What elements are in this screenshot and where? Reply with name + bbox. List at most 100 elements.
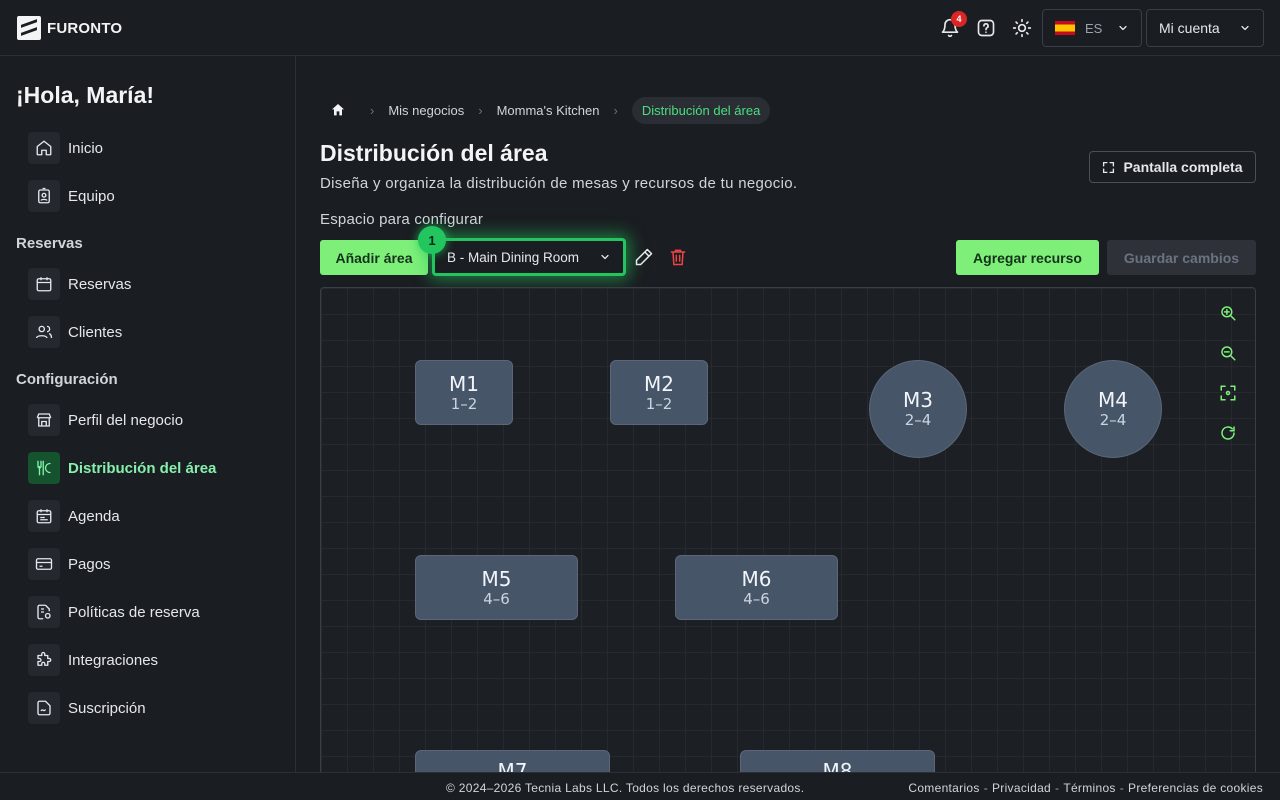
- sidebar-item-label: Pagos: [68, 555, 111, 573]
- chevron-down-icon: [1241, 25, 1249, 31]
- chevron-down-icon: [1119, 25, 1127, 31]
- footer-separator: -: [983, 781, 988, 795]
- sidebar-item-label: Inicio: [68, 139, 104, 157]
- section-heading-reservas: Reservas: [16, 235, 83, 252]
- space-label: Espacio para configurar: [320, 211, 484, 228]
- delete-area-button[interactable]: [668, 247, 688, 267]
- sidebar-item-pagos[interactable]: Pagos: [28, 548, 111, 580]
- logo-icon: [17, 16, 41, 40]
- footer-link-comentarios[interactable]: Comentarios: [908, 781, 979, 795]
- refresh-icon: [1221, 426, 1235, 440]
- breadcrumb-home[interactable]: [320, 96, 356, 124]
- sidebar-item-politicas-de-reserva[interactable]: Políticas de reserva: [28, 596, 200, 628]
- breadcrumb-mommas-kitchen[interactable]: Momma's Kitchen: [497, 103, 600, 118]
- brand-name: FURONTO: [47, 19, 123, 37]
- sidebar-item-label: Suscripción: [68, 699, 146, 717]
- edit-area-button[interactable]: [634, 247, 654, 267]
- sidebar-item-integraciones[interactable]: Integraciones: [28, 644, 158, 676]
- table-name: M5: [481, 566, 512, 591]
- account-menu-button[interactable]: Mi cuenta: [1146, 9, 1264, 47]
- area-select-value: B - Main Dining Room: [447, 249, 580, 265]
- add-area-button[interactable]: Añadir área: [320, 240, 428, 275]
- footer-separator: -: [1119, 781, 1125, 795]
- table-m2[interactable]: M2 1–2: [610, 360, 708, 425]
- utensils-icon: [28, 452, 60, 484]
- spain-flag-icon: [1055, 21, 1075, 35]
- users-icon: [28, 316, 60, 348]
- chevron-right-icon: ›: [613, 102, 618, 118]
- add-resource-button[interactable]: Agregar recurso: [956, 240, 1099, 275]
- sidebar-item-equipo[interactable]: Equipo: [28, 180, 115, 212]
- layout-canvas[interactable]: M1 1–2 M2 1–2 M3 2–4 M4 2–4 M5 4–6 M6 4–…: [320, 287, 1256, 787]
- breadcrumb-mis-negocios[interactable]: Mis negocios: [388, 103, 464, 118]
- fullscreen-label: Pantalla completa: [1123, 159, 1243, 175]
- sidebar: ¡Hola, María! Inicio Equipo Reservas Res…: [0, 56, 296, 772]
- footer-link-privacidad[interactable]: Privacidad: [992, 781, 1051, 795]
- store-icon: [28, 404, 60, 436]
- pencil-icon: [635, 248, 653, 266]
- table-m4[interactable]: M4 2–4: [1064, 360, 1162, 458]
- table-name: M4: [1098, 388, 1128, 412]
- zoom-in-button[interactable]: [1219, 304, 1237, 322]
- save-changes-button[interactable]: Guardar cambios: [1107, 240, 1256, 275]
- language-selector[interactable]: ES: [1042, 9, 1142, 47]
- table-m5[interactable]: M5 4–6: [415, 555, 578, 620]
- sidebar-item-label: Reservas: [68, 275, 132, 293]
- language-code: ES: [1085, 20, 1103, 36]
- table-name: M1: [449, 371, 479, 396]
- table-m1[interactable]: M1 1–2: [415, 360, 513, 425]
- chevron-right-icon: ›: [370, 102, 375, 118]
- sidebar-item-inicio[interactable]: Inicio: [28, 132, 103, 164]
- table-name: M3: [903, 388, 933, 412]
- footer: © 2024–2026 Tecnia Labs LLC. Todos los d…: [0, 772, 1280, 800]
- account-label: Mi cuenta: [1159, 20, 1220, 36]
- credit-card-icon: [28, 548, 60, 580]
- help-icon: [977, 19, 995, 37]
- sidebar-item-label: Clientes: [68, 323, 123, 341]
- footer-separator: -: [1055, 781, 1060, 795]
- table-name: M6: [741, 566, 772, 591]
- zoom-in-icon: [1221, 306, 1236, 321]
- reset-view-button[interactable]: [1219, 424, 1237, 442]
- table-capacity: 4–6: [743, 589, 770, 608]
- table-capacity: 2–4: [1099, 411, 1127, 429]
- sidebar-item-agenda[interactable]: Agenda: [28, 500, 120, 532]
- area-select[interactable]: B - Main Dining Room: [432, 238, 626, 276]
- sidebar-item-label: Perfil del negocio: [68, 411, 184, 429]
- sidebar-item-suscripcion[interactable]: Suscripción: [28, 692, 146, 724]
- table-capacity: 4–6: [483, 589, 510, 608]
- puzzle-icon: [28, 644, 60, 676]
- footer-link-terminos[interactable]: Términos: [1063, 781, 1115, 795]
- table-m6[interactable]: M6 4–6: [675, 555, 838, 620]
- section-heading-configuracion: Configuración: [16, 371, 118, 388]
- help-button[interactable]: [974, 16, 998, 40]
- notification-count-badge: 4: [951, 11, 967, 27]
- copyright: © 2024–2026 Tecnia Labs LLC. Todos los d…: [446, 781, 805, 795]
- sidebar-item-perfil-del-negocio[interactable]: Perfil del negocio: [28, 404, 183, 436]
- footer-link-preferencias-de-cookies[interactable]: Preferencias de cookies: [1128, 781, 1263, 795]
- fit-view-button[interactable]: [1219, 384, 1237, 402]
- notifications-button[interactable]: 4: [938, 11, 967, 40]
- sidebar-item-label: Distribución del área: [68, 459, 217, 477]
- expand-icon: [1103, 161, 1115, 173]
- table-capacity: 1–2: [645, 394, 673, 413]
- fullscreen-button[interactable]: Pantalla completa: [1089, 151, 1256, 183]
- home-icon: [332, 104, 344, 116]
- badge-icon: [28, 180, 60, 212]
- canvas-tools: [1219, 304, 1237, 442]
- theme-toggle-button[interactable]: [1010, 16, 1034, 40]
- home-icon: [28, 132, 60, 164]
- chevron-right-icon: ›: [478, 102, 483, 118]
- subscription-icon: [28, 692, 60, 724]
- table-m3[interactable]: M3 2–4: [869, 360, 967, 458]
- sidebar-item-label: Políticas de reserva: [68, 603, 200, 621]
- sidebar-item-reservas[interactable]: Reservas: [28, 268, 131, 300]
- zoom-out-button[interactable]: [1219, 344, 1237, 362]
- page-title: Distribución del área: [320, 140, 548, 166]
- table-capacity: 2–4: [904, 411, 932, 429]
- table-name: M2: [644, 371, 674, 396]
- sidebar-item-distribucion-del-area[interactable]: Distribución del área: [28, 452, 216, 484]
- sidebar-item-label: Equipo: [68, 187, 115, 205]
- brand-logo[interactable]: FURONTO: [17, 16, 122, 40]
- sidebar-item-clientes[interactable]: Clientes: [28, 316, 122, 348]
